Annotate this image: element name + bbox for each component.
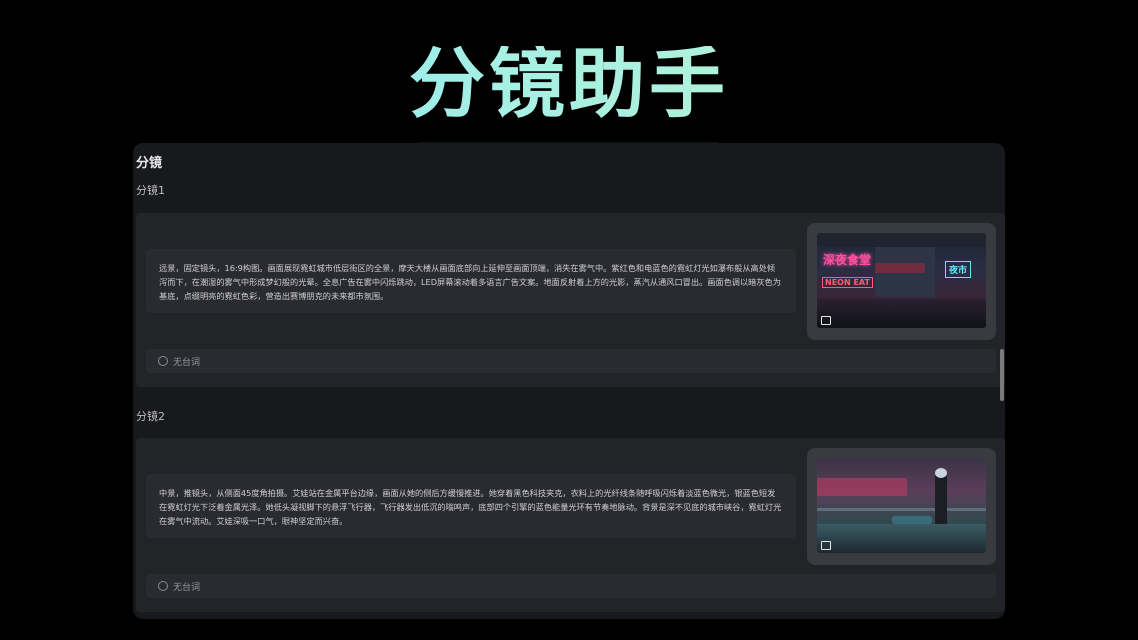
shot-image-frame-2[interactable]: [807, 448, 996, 565]
image-icon[interactable]: [821, 316, 831, 325]
storyboard-panel: 分镜 分镜1 远景，固定镜头，16:9构图。画面展现霓虹城市低层街区的全景，摩天…: [133, 143, 1005, 619]
dialogue-bar-2[interactable]: 无台词: [146, 574, 996, 598]
wet-ground: [817, 299, 986, 328]
hover-vehicle: [892, 516, 932, 524]
neon-sign-3: 夜市: [945, 261, 972, 278]
dialogue-text-2: 无台词: [173, 583, 201, 593]
sky-band: [817, 233, 986, 247]
shot-label-1: 分镜1: [136, 184, 165, 197]
shot-image-2[interactable]: [817, 458, 986, 553]
shot-label-2: 分镜2: [136, 410, 165, 423]
shot-card-2: 中景，推镜头，从侧面45度角拍摄。艾娃站在金属平台边缘，画面从她的侧后方缓慢推进…: [136, 438, 1005, 612]
platform-floor: [817, 524, 986, 553]
speech-icon: [158, 581, 168, 591]
railing: [817, 508, 986, 511]
image-icon[interactable]: [821, 541, 831, 550]
panel-heading: 分镜: [136, 156, 163, 171]
shot-description-1[interactable]: 远景，固定镜头，16:9构图。画面展现霓虹城市低层街区的全景，摩天大楼从画面底部…: [146, 249, 796, 313]
shot-image-1[interactable]: 深夜食堂 NEON EAT 夜市: [817, 233, 986, 328]
neon-sign-2: NEON EAT: [822, 277, 873, 288]
neon-haze: [817, 478, 907, 496]
lantern-row: [875, 263, 925, 273]
shot-description-2[interactable]: 中景，推镜头，从侧面45度角拍摄。艾娃站在金属平台边缘，画面从她的侧后方缓慢推进…: [146, 474, 796, 538]
shot-card-1: 远景，固定镜头，16:9构图。画面展现霓虹城市低层街区的全景，摩天大楼从画面底部…: [136, 213, 1005, 387]
dialogue-text-1: 无台词: [173, 358, 201, 368]
dialogue-bar-1[interactable]: 无台词: [146, 349, 996, 373]
panel-scrollbar[interactable]: [1000, 349, 1004, 401]
character-hair: [935, 468, 947, 478]
speech-icon: [158, 356, 168, 366]
neon-sign-1: 深夜食堂: [823, 253, 872, 267]
shot-image-frame-1[interactable]: 深夜食堂 NEON EAT 夜市: [807, 223, 996, 340]
app-title: 分镜助手: [0, 46, 1138, 122]
